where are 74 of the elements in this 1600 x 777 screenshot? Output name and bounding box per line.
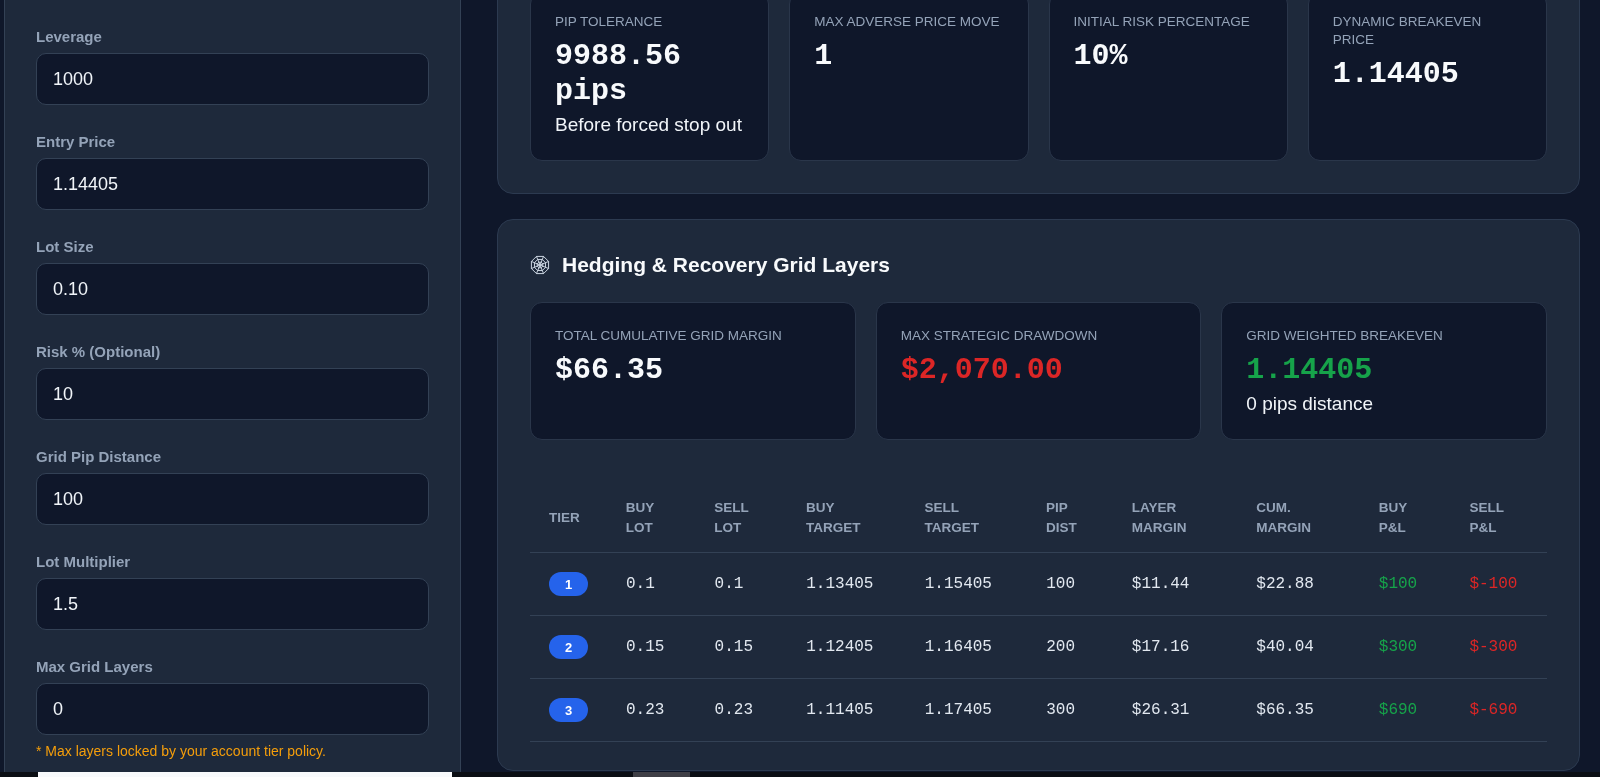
field-label: Max Grid Layers xyxy=(36,657,153,677)
column-header: BUY P&L xyxy=(1378,499,1408,537)
input-field[interactable]: 1000 xyxy=(36,53,429,105)
stat-label: DYNAMIC BREAKEVEN PRICE xyxy=(1332,13,1483,49)
table-cell: 0.23 xyxy=(714,700,753,720)
stat-value: 1.14405 xyxy=(1332,57,1459,92)
stat-value: 10% xyxy=(1073,39,1128,74)
table-cell: 1.13405 xyxy=(806,574,874,594)
stat-caption: Before forced stop out xyxy=(555,114,742,136)
stat-label: GRID WEIGHTED BREAKEVEN xyxy=(1246,327,1443,345)
table-cell: $11.44 xyxy=(1131,574,1190,594)
table-cell: 1.17405 xyxy=(924,700,992,720)
column-header: PIP DIST xyxy=(1046,499,1078,537)
table-cell: 1.11405 xyxy=(806,700,874,720)
stat-label: MAX ADVERSE PRICE MOVE xyxy=(814,13,1000,31)
field-label: Lot Size xyxy=(36,237,94,257)
field-label: Risk % (Optional) xyxy=(36,342,161,362)
stat-value: 9988.56 pips xyxy=(555,39,683,109)
column-header: TIER xyxy=(549,509,580,527)
section-title: Hedging & Recovery Grid Layers xyxy=(562,252,890,278)
input-field[interactable]: 1.14405 xyxy=(36,158,429,210)
stat-value: 1 xyxy=(814,39,833,74)
stat-label: INITIAL RISK PERCENTAGE xyxy=(1073,13,1250,31)
input-field[interactable]: 10 xyxy=(36,368,429,420)
input-field[interactable]: 0 xyxy=(36,683,429,735)
table-cell: 0.23 xyxy=(626,700,665,720)
stat-value: $66.35 xyxy=(555,353,664,388)
input-field[interactable]: 0.10 xyxy=(36,263,429,315)
table-cell: $100 xyxy=(1378,574,1418,594)
stat-label: TOTAL CUMULATIVE GRID MARGIN xyxy=(555,327,782,345)
tier-badge: 3 xyxy=(549,698,588,722)
field-label: Lot Multiplier xyxy=(36,552,131,572)
column-header: BUY TARGET xyxy=(806,499,862,537)
stat-label: MAX STRATEGIC DRAWDOWN xyxy=(900,327,1098,345)
table-cell: $-690 xyxy=(1469,700,1518,720)
column-header: SELL LOT xyxy=(714,499,750,537)
stat-value: $2,070.00 xyxy=(900,353,1063,388)
column-header: BUY LOT xyxy=(625,499,655,537)
table-cell: $690 xyxy=(1378,700,1418,720)
field-label: Grid Pip Distance xyxy=(36,447,162,467)
table-cell: $17.16 xyxy=(1131,637,1190,657)
table-cell: $22.88 xyxy=(1256,574,1314,594)
spider-web-icon xyxy=(530,255,550,275)
field-label: Entry Price xyxy=(36,132,116,152)
table-cell: 200 xyxy=(1046,637,1075,657)
column-header: SELL TARGET xyxy=(924,499,980,537)
tier-badge: 1 xyxy=(549,572,588,596)
tier-badge: 2 xyxy=(549,635,588,659)
table-cell: $-100 xyxy=(1469,574,1518,594)
input-field[interactable]: 100 xyxy=(36,473,429,525)
table-cell: 1.12405 xyxy=(806,637,874,657)
table-cell: 100 xyxy=(1046,574,1075,594)
table-cell: $300 xyxy=(1378,637,1418,657)
table-cell: 0.15 xyxy=(714,637,753,657)
table-cell: 0.1 xyxy=(626,574,655,594)
column-header: SELL P&L xyxy=(1469,499,1505,537)
policy-note: * Max layers locked by your account tier policy. xyxy=(36,743,326,759)
table-cell: 0.15 xyxy=(626,637,665,657)
table-cell: $66.35 xyxy=(1256,700,1314,720)
column-header: CUM. MARGIN xyxy=(1256,499,1312,537)
table-cell: 0.1 xyxy=(714,574,744,594)
table-cell: 300 xyxy=(1046,700,1075,720)
table-cell: $40.04 xyxy=(1256,637,1314,657)
table-cell: $-300 xyxy=(1469,637,1518,657)
scrollbar-thumb[interactable] xyxy=(633,772,690,777)
input-field[interactable]: 1.5 xyxy=(36,578,429,630)
stat-value: 1.14405 xyxy=(1246,353,1373,388)
table-cell: 1.16405 xyxy=(924,637,992,657)
field-label: Leverage xyxy=(36,27,102,47)
table-cell: $26.31 xyxy=(1131,700,1190,720)
column-header: LAYER MARGIN xyxy=(1131,499,1188,537)
table-cell: 1.15405 xyxy=(924,574,992,594)
stat-caption: 0 pips distance xyxy=(1246,393,1374,415)
stat-label: PIP TOLERANCE xyxy=(555,13,663,31)
